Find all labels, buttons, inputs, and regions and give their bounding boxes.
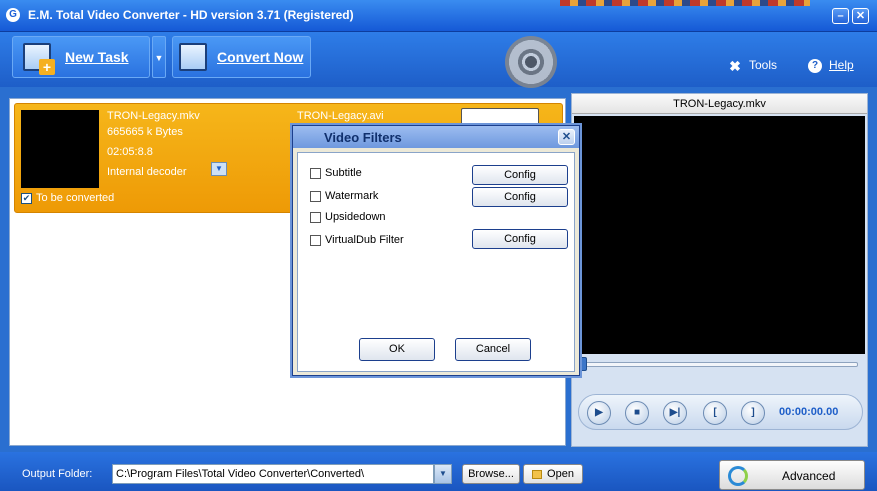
dialog-title-bar: Video Filters ✕: [293, 126, 579, 148]
convert-now-button[interactable]: Convert Now: [172, 36, 311, 78]
refresh-icon: [728, 466, 748, 486]
convert-film-icon: [179, 43, 207, 71]
tools-label: Tools: [749, 58, 778, 72]
checkbox-icon: [310, 190, 321, 202]
file-size: 665665 k Bytes: [107, 126, 183, 138]
seek-slider[interactable]: [582, 362, 858, 367]
dialog-close-button[interactable]: ✕: [558, 129, 575, 145]
filter-virtualdub-checkbox[interactable]: VirtualDub Filter: [310, 234, 404, 246]
virtualdub-config-button[interactable]: Config: [472, 229, 568, 249]
filter-watermark-checkbox[interactable]: Watermark: [310, 190, 378, 202]
advanced-button[interactable]: Advanced: [719, 460, 865, 490]
window-title: E.M. Total Video Converter - HD version …: [28, 8, 354, 22]
play-button[interactable]: ▶: [587, 401, 611, 425]
to-be-converted-checkbox[interactable]: ✔ To be converted: [21, 192, 114, 204]
open-label: Open: [547, 468, 574, 480]
browse-button[interactable]: Browse...: [462, 464, 520, 484]
preview-title: TRON-Legacy.mkv: [572, 94, 867, 114]
title-bar: G E.M. Total Video Converter - HD versio…: [0, 0, 877, 32]
output-folder-dropdown-button[interactable]: ▼: [434, 464, 452, 484]
help-label: Help: [829, 58, 854, 72]
checkbox-icon: [310, 167, 321, 179]
tools-button[interactable]: ✖ Tools: [728, 58, 777, 73]
app-icon: G: [6, 8, 20, 22]
new-task-dropdown-button[interactable]: ▼: [152, 36, 166, 78]
filter-upsidedown-checkbox[interactable]: Upsidedown: [310, 211, 386, 223]
preview-panel: TRON-Legacy.mkv ▶ ■ ▶| [ ] 00:00:00.00: [571, 93, 868, 447]
ok-button[interactable]: OK: [359, 338, 435, 361]
film-reel-icon: [505, 36, 557, 88]
folder-icon: [532, 469, 543, 479]
decoder-dropdown-button[interactable]: ▼: [211, 162, 227, 176]
mark-out-button[interactable]: ]: [741, 401, 765, 425]
convert-now-label: Convert Now: [217, 49, 304, 65]
decoder-label: Internal decoder: [107, 166, 187, 178]
film-banner-decoration: [560, 0, 810, 6]
to-be-converted-label: To be converted: [36, 192, 115, 204]
video-filters-dialog: Video Filters ✕ Subtitle Watermark Upsid…: [292, 125, 580, 376]
filter-label: Watermark: [325, 190, 379, 202]
new-task-icon: +: [23, 43, 55, 75]
help-button[interactable]: ? Help: [808, 58, 854, 73]
help-icon: ?: [808, 58, 822, 73]
minimize-button[interactable]: –: [832, 8, 849, 24]
new-task-label: New Task: [65, 49, 129, 65]
playback-controls: ▶ ■ ▶| [ ] 00:00:00.00: [578, 394, 863, 430]
filter-label: Upsidedown: [325, 211, 386, 223]
close-button[interactable]: ✕: [852, 8, 869, 24]
video-thumbnail: [21, 110, 99, 188]
new-task-button[interactable]: + New Task: [12, 36, 150, 78]
preview-screen: [574, 116, 865, 354]
filter-label: Subtitle: [325, 167, 362, 179]
source-filename: TRON-Legacy.mkv: [107, 110, 200, 122]
next-frame-button[interactable]: ▶|: [663, 401, 687, 425]
checkbox-icon: [310, 211, 321, 223]
checkbox-icon: ✔: [21, 192, 32, 204]
stop-button[interactable]: ■: [625, 401, 649, 425]
playback-time: 00:00:00.00: [779, 406, 839, 418]
output-folder-field[interactable]: C:\Program Files\Total Video Converter\C…: [112, 464, 434, 484]
filter-subtitle-checkbox[interactable]: Subtitle: [310, 167, 362, 179]
duration: 02:05:8.8: [107, 146, 153, 158]
output-folder-label: Output Folder:: [22, 468, 93, 480]
checkbox-icon: [310, 234, 321, 246]
cancel-button[interactable]: Cancel: [455, 338, 531, 361]
target-filename: TRON-Legacy.avi: [297, 110, 384, 122]
subtitle-config-button[interactable]: Config: [472, 165, 568, 185]
seek-slider-handle[interactable]: [580, 357, 587, 371]
mark-in-button[interactable]: [: [703, 401, 727, 425]
dialog-title: Video Filters: [324, 130, 402, 145]
advanced-label: Advanced: [782, 469, 836, 483]
dialog-body: Subtitle Watermark Upsidedown VirtualDub…: [297, 152, 575, 372]
filter-label: VirtualDub Filter: [325, 234, 404, 246]
watermark-config-button[interactable]: Config: [472, 187, 568, 207]
tools-icon: ✖: [729, 57, 741, 74]
open-button[interactable]: Open: [523, 464, 583, 484]
